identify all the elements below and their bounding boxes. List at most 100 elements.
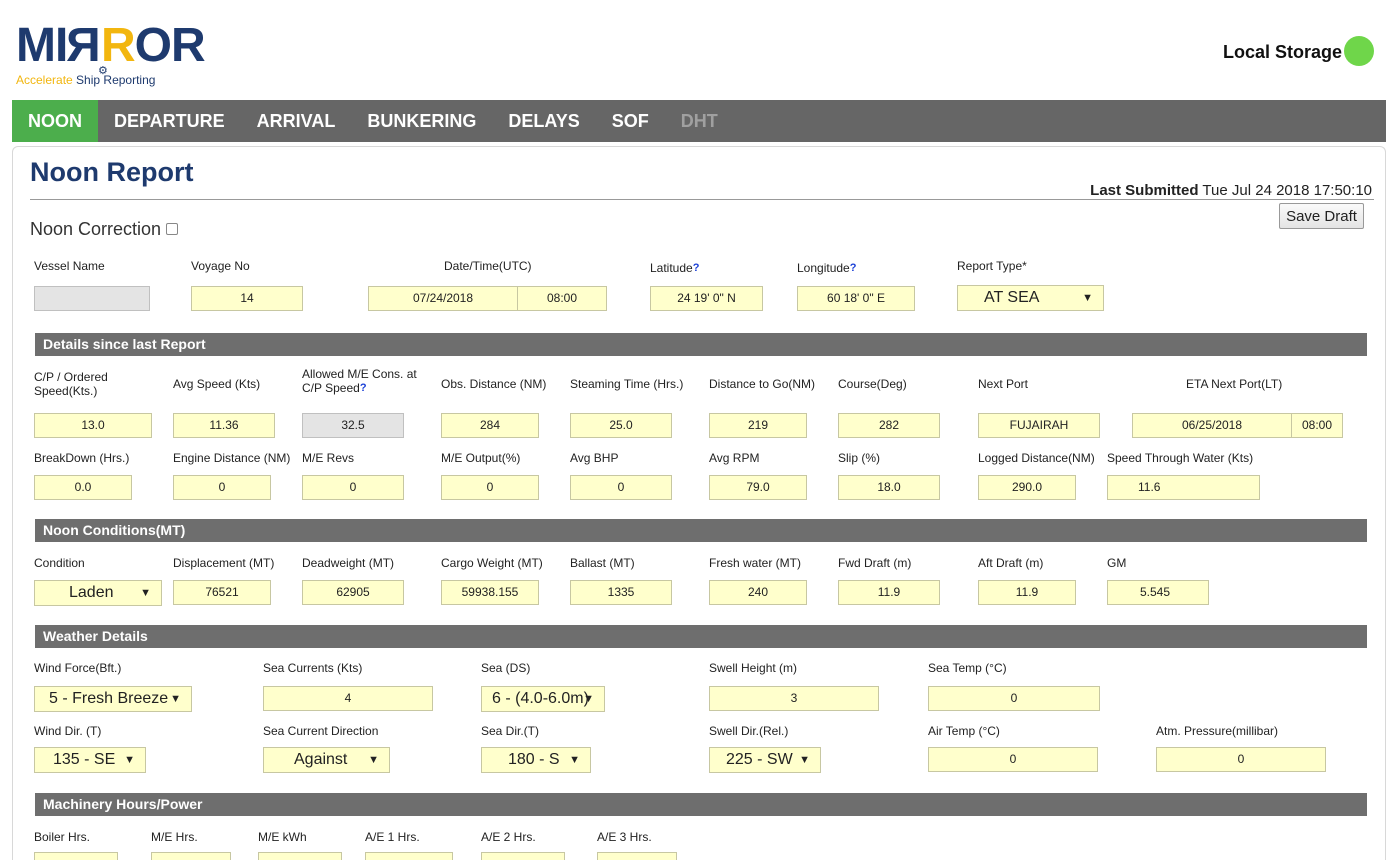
next-port-field[interactable]: FUJAIRAH: [978, 413, 1100, 438]
me-output-field[interactable]: 0: [441, 475, 539, 500]
avg-speed-label: Avg Speed (Kts): [173, 377, 261, 391]
logged-distance-label: Logged Distance(NM): [978, 451, 1095, 465]
wind-force-select[interactable]: 5 - Fresh Breeze ▼: [34, 686, 192, 712]
displacement-field[interactable]: 76521: [173, 580, 271, 605]
avg-bhp-label: Avg BHP: [570, 451, 619, 465]
allowed-me-label: Allowed M/E Cons. at C/P Speed?: [302, 367, 417, 395]
breakdown-label: BreakDown (Hrs.): [34, 451, 130, 465]
next-port-label: Next Port: [978, 377, 1029, 391]
section-details: Details since last Report: [35, 333, 1367, 356]
section-weather: Weather Details: [35, 625, 1367, 648]
engine-distance-field[interactable]: 0: [173, 475, 271, 500]
deadweight-label: Deadweight (MT): [302, 556, 395, 570]
ae3-hrs-field[interactable]: [597, 852, 677, 860]
slip-field[interactable]: 18.0: [838, 475, 940, 500]
air-temp-field[interactable]: 0: [928, 747, 1098, 772]
chevron-down-icon: ▼: [799, 754, 810, 766]
voyage-no-field[interactable]: 14: [191, 286, 303, 311]
deadweight-field[interactable]: 62905: [302, 580, 404, 605]
latitude-field[interactable]: 24 19' 0" N: [650, 286, 763, 311]
report-date-field[interactable]: 07/24/2018: [368, 286, 518, 311]
fwd-draft-field[interactable]: 11.9: [838, 580, 940, 605]
page-title: Noon Report: [30, 157, 194, 187]
tab-sof[interactable]: SOF: [596, 100, 665, 142]
tab-bunkering[interactable]: BUNKERING: [351, 100, 492, 142]
tab-departure[interactable]: DEPARTURE: [98, 100, 241, 142]
aft-draft-label: Aft Draft (m): [978, 556, 1044, 570]
sea-ds-select[interactable]: 6 - (4.0-6.0m) ▼: [481, 686, 605, 712]
sea-temp-field[interactable]: 0: [928, 686, 1100, 711]
title-divider: [30, 199, 1374, 200]
aft-draft-field[interactable]: 11.9: [978, 580, 1076, 605]
course-field[interactable]: 282: [838, 413, 940, 438]
sea-ds-label: Sea (DS): [481, 661, 531, 675]
vessel-name-field[interactable]: [34, 286, 150, 311]
sea-temp-label: Sea Temp (°C): [928, 661, 1007, 675]
allowed-me-help-icon[interactable]: ?: [360, 382, 367, 394]
avg-rpm-field[interactable]: 79.0: [709, 475, 807, 500]
logo-wordmark: MIRROR: [16, 19, 206, 72]
condition-select[interactable]: Laden ▼: [34, 580, 162, 606]
cargo-weight-field[interactable]: 59938.155: [441, 580, 539, 605]
mirror-logo: MIRROR ⚙ Accelerate Ship Reporting: [12, 18, 212, 90]
sea-currents-field[interactable]: 4: [263, 686, 433, 711]
avg-speed-field[interactable]: 11.36: [173, 413, 275, 438]
ae2-hrs-field[interactable]: [481, 852, 565, 860]
slip-label: Slip (%): [838, 451, 881, 465]
longitude-field[interactable]: 60 18' 0" E: [797, 286, 915, 311]
local-storage-label: Local Storage: [1222, 42, 1342, 62]
current-dir-label: Sea Current Direction: [263, 724, 379, 738]
sea-dir-label: Sea Dir.(T): [481, 724, 540, 738]
section-noon-conditions: Noon Conditions(MT): [35, 519, 1367, 542]
steaming-time-label: Steaming Time (Hrs.): [570, 377, 684, 391]
tab-noon[interactable]: NOON: [12, 100, 98, 142]
steaming-time-field[interactable]: 25.0: [570, 413, 672, 438]
eta-time-field[interactable]: 08:00: [1291, 413, 1343, 438]
fresh-water-label: Fresh water (MT): [709, 556, 802, 570]
longitude-help-icon[interactable]: ?: [850, 262, 857, 274]
eta-date-field[interactable]: 06/25/2018: [1132, 413, 1292, 438]
wind-dir-label: Wind Dir. (T): [34, 724, 102, 738]
tab-arrival[interactable]: ARRIVAL: [241, 100, 352, 142]
save-draft-button[interactable]: Save Draft: [1279, 203, 1364, 229]
wind-dir-select[interactable]: 135 - SE ▼: [34, 747, 146, 773]
tab-dht: DHT: [680, 111, 718, 131]
cp-speed-field[interactable]: 13.0: [34, 413, 152, 438]
ae1-hrs-field[interactable]: [365, 852, 453, 860]
logged-distance-field[interactable]: 290.0: [978, 475, 1076, 500]
me-revs-field[interactable]: 0: [302, 475, 404, 500]
latitude-help-icon[interactable]: ?: [693, 262, 700, 274]
main-nav: NOON DEPARTURE ARRIVAL BUNKERING DELAYS …: [12, 100, 1386, 142]
sea-dir-select[interactable]: 180 - S ▼: [481, 747, 591, 773]
voyage-no-label: Voyage No: [191, 259, 250, 273]
swell-height-field[interactable]: 3: [709, 686, 879, 711]
chevron-down-icon: ▼: [170, 693, 181, 705]
ballast-field[interactable]: 1335: [570, 580, 672, 605]
swell-dir-select[interactable]: 225 - SW ▼: [709, 747, 821, 773]
longitude-label: Longitude?: [797, 261, 857, 275]
fwd-draft-label: Fwd Draft (m): [838, 556, 912, 570]
stw-field[interactable]: 11.6: [1107, 475, 1260, 500]
noon-correction-checkbox[interactable]: [166, 223, 178, 235]
storage-status-indicator: [1344, 36, 1374, 66]
gm-label: GM: [1107, 556, 1127, 570]
gm-field[interactable]: 5.545: [1107, 580, 1209, 605]
report-time-field[interactable]: 08:00: [517, 286, 607, 311]
boiler-hrs-field[interactable]: [34, 852, 118, 860]
swell-dir-label: Swell Dir.(Rel.): [709, 724, 789, 738]
tab-delays[interactable]: DELAYS: [492, 100, 595, 142]
avg-bhp-field[interactable]: 0: [570, 475, 672, 500]
distance-to-go-field[interactable]: 219: [709, 413, 807, 438]
me-revs-label: M/E Revs: [302, 451, 355, 465]
wind-force-label: Wind Force(Bft.): [34, 661, 122, 675]
breakdown-field[interactable]: 0.0: [34, 475, 132, 500]
obs-distance-field[interactable]: 284: [441, 413, 539, 438]
fresh-water-field[interactable]: 240: [709, 580, 807, 605]
air-temp-label: Air Temp (°C): [928, 724, 1000, 738]
report-type-select[interactable]: AT SEA ▼: [957, 285, 1104, 311]
atm-pressure-label: Atm. Pressure(millibar): [1156, 724, 1279, 738]
current-dir-select[interactable]: Against ▼: [263, 747, 390, 773]
me-hrs-field[interactable]: [151, 852, 231, 860]
atm-pressure-field[interactable]: 0: [1156, 747, 1326, 772]
me-kwh-field[interactable]: [258, 852, 342, 860]
